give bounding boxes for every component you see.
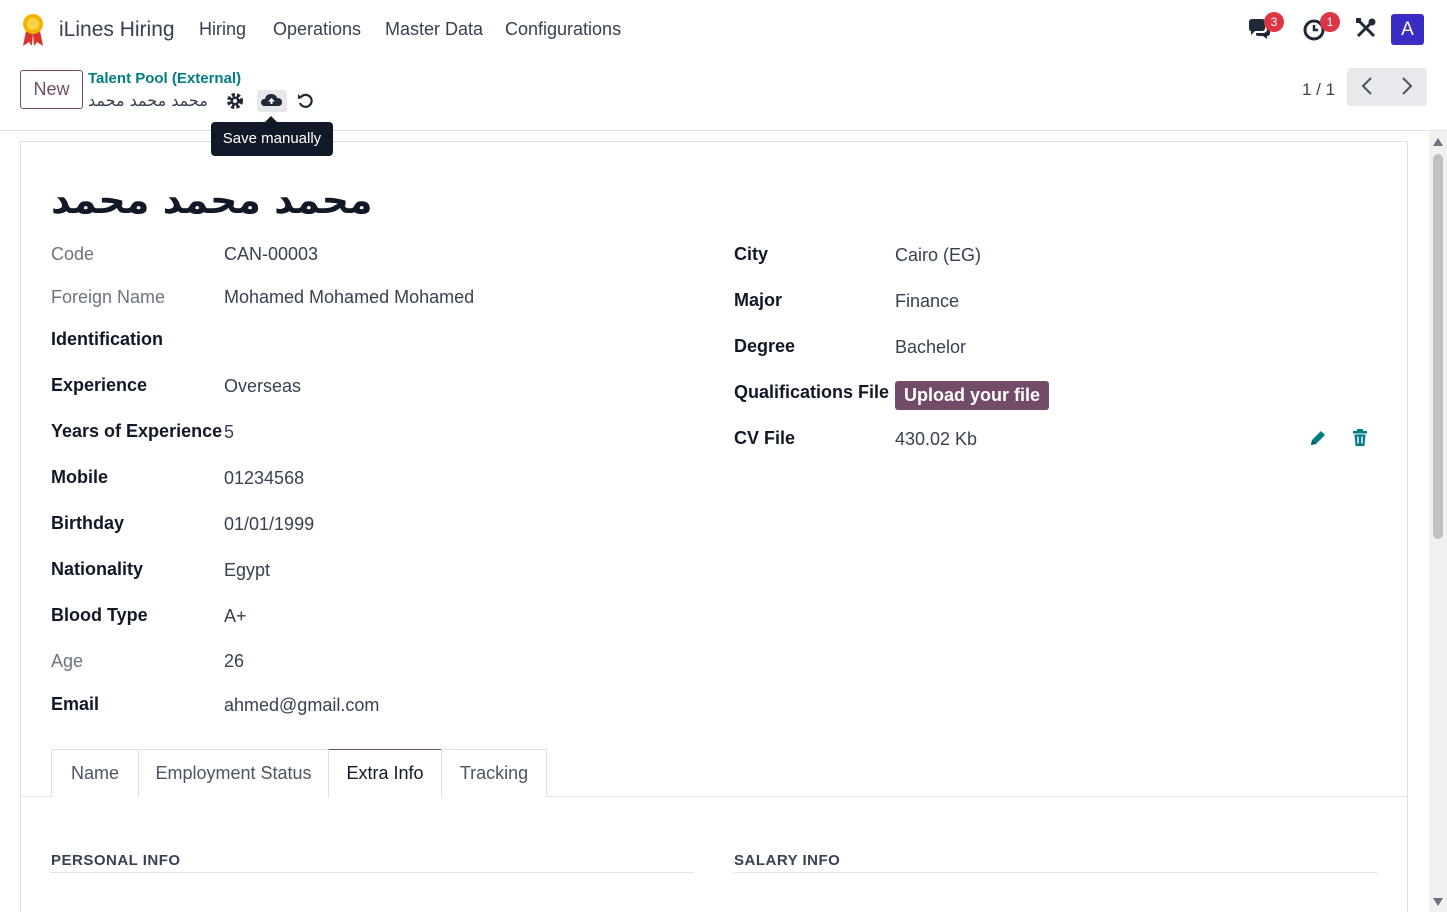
label-qualifications-file: Qualifications File (734, 382, 890, 402)
label-cv-file: CV File (734, 428, 796, 448)
section-divider-personal (51, 872, 694, 873)
menu-operations[interactable]: Operations (273, 19, 361, 40)
pencil-icon[interactable] (1308, 428, 1328, 448)
label-blood-type: Blood Type (51, 605, 148, 625)
label-years-experience: Years of Experience (51, 421, 223, 441)
user-avatar[interactable]: A (1391, 14, 1424, 45)
new-button[interactable]: New (20, 70, 83, 109)
field-age: 26 (224, 651, 245, 671)
tab-extra-info[interactable]: Extra Info (328, 749, 442, 798)
field-blood-type[interactable]: A+ (224, 606, 247, 627)
page-scrollbar[interactable] (1429, 131, 1447, 912)
menu-master-data[interactable]: Master Data (385, 19, 483, 40)
field-degree[interactable]: Bachelor (895, 337, 966, 358)
label-age: Age (51, 651, 84, 671)
save-button[interactable] (257, 90, 287, 112)
label-foreign-name: Foreign Name (51, 287, 166, 307)
field-nationality[interactable]: Egypt (224, 560, 270, 581)
field-code: CAN-00003 (224, 244, 319, 264)
activities-button[interactable]: 1 (1302, 12, 1340, 44)
chevron-right-icon (1402, 76, 1413, 95)
upload-qualifications-button[interactable]: Upload your file (895, 381, 1049, 410)
label-city: City (734, 244, 769, 264)
menu-configurations[interactable]: Configurations (505, 19, 621, 40)
record-title[interactable]: محمد محمد محمد (51, 178, 372, 222)
scroll-thumb[interactable] (1433, 154, 1443, 539)
label-mobile: Mobile (51, 467, 108, 487)
tab-tracking[interactable]: Tracking (441, 749, 547, 797)
cloud-upload-icon (261, 94, 282, 106)
label-identification: Identification (51, 329, 163, 349)
menu-hiring[interactable]: Hiring (199, 19, 246, 40)
field-foreign-name[interactable]: Mohamed Mohamed Mohamed (224, 287, 474, 308)
field-mobile[interactable]: 01234568 (224, 468, 304, 489)
messages-button[interactable]: 3 (1246, 12, 1284, 44)
scroll-up-icon[interactable] (1433, 138, 1443, 146)
discard-icon[interactable] (295, 91, 317, 111)
activities-badge: 1 (1320, 12, 1340, 32)
breadcrumb-parent[interactable]: Talent Pool (External) (88, 70, 241, 87)
trash-icon[interactable] (1350, 428, 1370, 448)
field-city[interactable]: Cairo (EG) (895, 245, 981, 266)
messages-badge: 3 (1264, 12, 1284, 32)
gear-icon[interactable] (224, 91, 246, 111)
field-major[interactable]: Finance (895, 291, 959, 312)
breadcrumb-current: محمد محمد محمد (88, 91, 208, 110)
section-divider-salary (734, 872, 1377, 873)
app-name[interactable]: iLines Hiring (59, 18, 175, 42)
top-navbar: iLines Hiring Hiring Operations Master D… (0, 0, 1447, 60)
label-code: Code (51, 244, 95, 264)
tab-employment-status[interactable]: Employment Status (138, 749, 329, 797)
scroll-down-icon[interactable] (1433, 898, 1443, 906)
pager-previous-button[interactable] (1347, 68, 1387, 106)
field-experience[interactable]: Overseas (224, 376, 301, 397)
label-nationality: Nationality (51, 559, 144, 579)
save-tooltip: Save manually (211, 116, 333, 156)
control-panel: New Talent Pool (External) محمد محمد محم… (0, 60, 1447, 156)
pager-value[interactable]: 1 / 1 (1302, 80, 1335, 100)
label-degree: Degree (734, 336, 796, 356)
field-cv-file[interactable]: 430.02 Kb (895, 429, 977, 450)
field-birthday[interactable]: 01/01/1999 (224, 514, 314, 535)
label-email: Email (51, 694, 100, 714)
debug-tools-button[interactable] (1354, 16, 1382, 44)
app-logo-icon[interactable] (20, 13, 46, 47)
section-personal-info: PERSONAL INFO (51, 852, 181, 869)
section-salary-info: SALARY INFO (734, 852, 841, 869)
chevron-left-icon (1361, 76, 1372, 95)
tools-icon (1356, 18, 1376, 38)
pager-next-button[interactable] (1387, 68, 1427, 106)
label-major: Major (734, 290, 783, 310)
field-years-experience[interactable]: 5 (224, 422, 234, 443)
tab-name[interactable]: Name (51, 749, 139, 797)
field-email[interactable]: ahmed@gmail.com (224, 695, 379, 716)
label-experience: Experience (51, 375, 148, 395)
label-birthday: Birthday (51, 513, 125, 533)
